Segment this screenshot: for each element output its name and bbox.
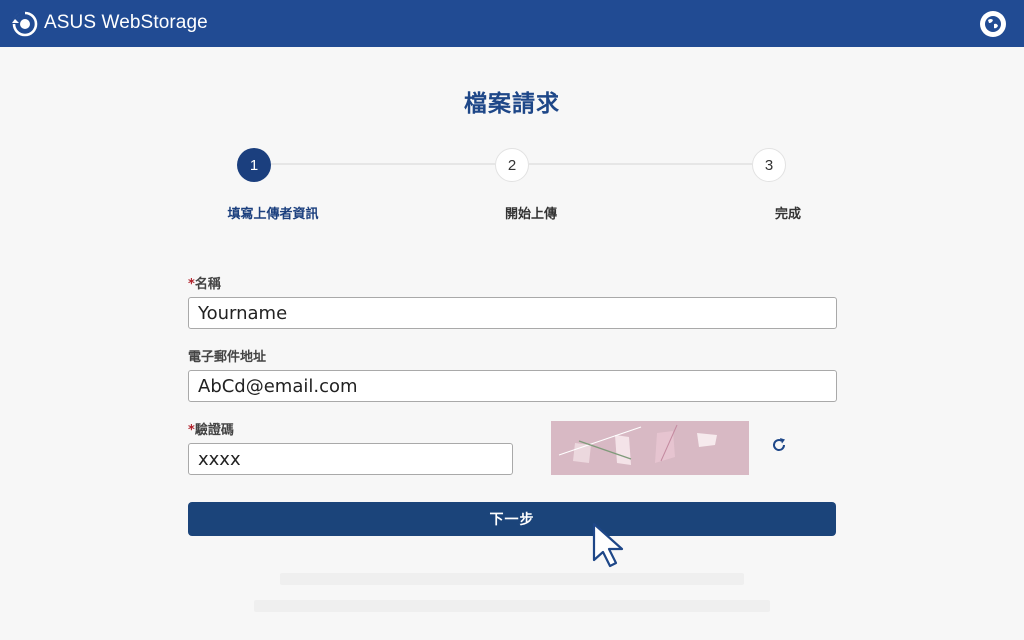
refresh-icon: [773, 438, 786, 451]
placeholder-bar: [280, 573, 744, 585]
name-input[interactable]: [188, 297, 837, 329]
name-label: *名稱: [188, 273, 221, 292]
placeholder-bar: [254, 600, 770, 612]
captcha-image: [551, 421, 749, 475]
webstorage-logo-icon[interactable]: [12, 11, 38, 37]
step-3-indicator: 3: [752, 148, 786, 182]
globe-icon: [985, 16, 1001, 32]
next-step-button[interactable]: 下一步: [188, 502, 836, 536]
step-connector: [529, 163, 752, 165]
top-bar: ASUS WebStorage: [0, 0, 1024, 47]
language-button[interactable]: [980, 11, 1006, 37]
step-2-indicator: 2: [495, 148, 529, 182]
email-input[interactable]: [188, 370, 837, 402]
step-3-label: 完成: [774, 207, 802, 222]
brand-name[interactable]: ASUS WebStorage: [44, 12, 208, 34]
captcha-refresh-button[interactable]: [768, 434, 790, 456]
captcha-label-text: 驗證碼: [194, 423, 234, 438]
required-mark: *: [188, 423, 195, 438]
captcha-input[interactable]: [188, 443, 513, 475]
captcha-label: *驗證碼: [188, 419, 234, 438]
name-label-text: 名稱: [194, 277, 221, 292]
step-1-label: 填寫上傳者資訊: [227, 207, 319, 222]
step-connector: [271, 163, 495, 165]
page-title: 檔案請求: [464, 91, 560, 117]
step-1-indicator: 1: [237, 148, 271, 182]
step-2-label: 開始上傳: [504, 207, 558, 222]
required-mark: *: [188, 277, 195, 292]
email-label: 電子郵件地址: [188, 350, 267, 365]
